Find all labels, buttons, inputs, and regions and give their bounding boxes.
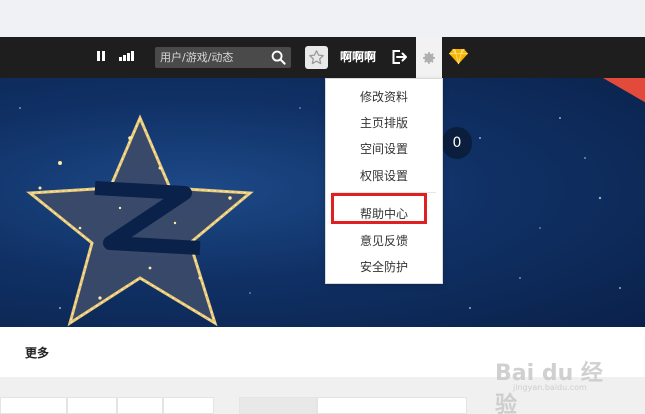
pause-icon[interactable] [96, 49, 106, 63]
content-card [67, 397, 117, 414]
diamond-icon[interactable] [449, 48, 468, 65]
highlight-annotation-box [331, 193, 427, 224]
visitor-count-badge[interactable]: 0 [442, 127, 472, 159]
content-card [317, 397, 467, 414]
content-card [117, 397, 163, 414]
search-input[interactable] [155, 47, 267, 68]
username-link[interactable]: 啊啊啊 [340, 48, 376, 66]
star-logo-graphic [26, 114, 254, 327]
starfield-background [19, 107, 621, 327]
settings-dropdown-menu: 修改资料 主页排版 空间设置 权限设置 帮助中心 意见反馈 安全防护 [325, 78, 443, 284]
favorite-button[interactable] [305, 46, 328, 69]
menu-item-permission-settings[interactable]: 权限设置 [326, 163, 442, 189]
baidu-jingyan-watermark: Bai du 经验 jingyan.baidu.com [495, 345, 615, 414]
menu-item-security[interactable]: 安全防护 [326, 254, 442, 280]
watermark-sub-text: jingyan.baidu.com [513, 383, 587, 392]
more-link[interactable]: 更多 [25, 344, 49, 361]
menu-item-edit-profile[interactable]: 修改资料 [326, 84, 442, 110]
content-card [0, 397, 67, 414]
star-icon [309, 50, 324, 65]
profile-banner [0, 78, 645, 327]
content-card [239, 397, 317, 414]
settings-button[interactable] [416, 37, 442, 78]
search-icon[interactable] [271, 50, 286, 65]
search-box [155, 47, 291, 68]
content-card [163, 397, 214, 414]
logout-icon[interactable] [390, 48, 408, 66]
top-nav-bar: 啊啊啊 [0, 37, 645, 78]
gear-icon [423, 51, 435, 64]
browser-top-strip [0, 0, 645, 37]
menu-item-feedback[interactable]: 意见反馈 [326, 228, 442, 254]
menu-item-space-settings[interactable]: 空间设置 [326, 136, 442, 162]
menu-item-homepage-layout[interactable]: 主页排版 [326, 110, 442, 136]
signal-icon[interactable] [118, 49, 136, 63]
